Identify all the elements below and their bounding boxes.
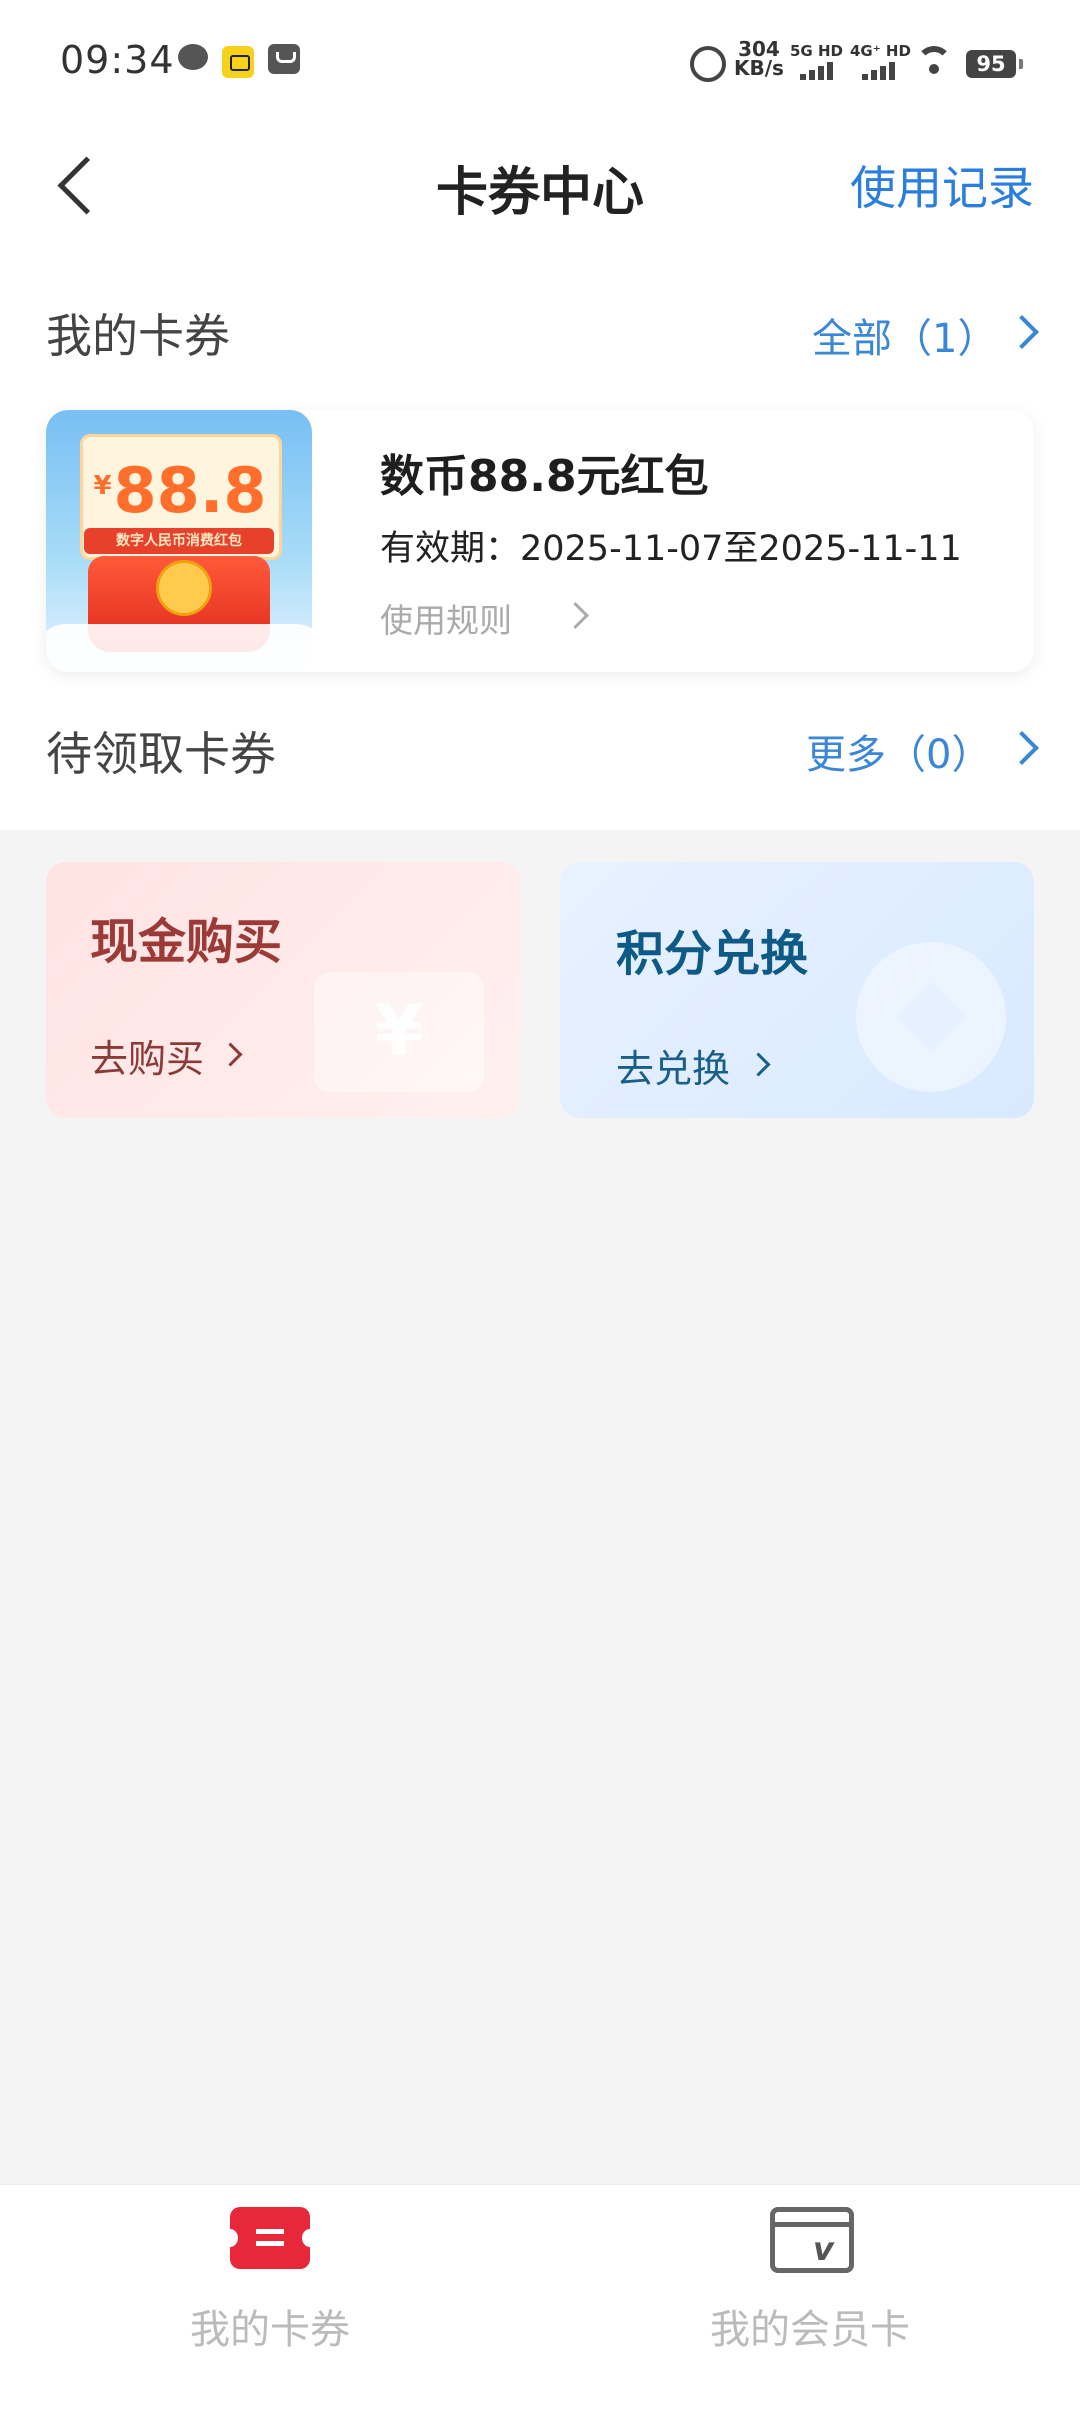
alarm-icon [690,46,726,82]
all-coupons-link[interactable]: 全部（1） [812,306,997,364]
cash-purchase-card[interactable]: ¥ 现金购买 去购买 [46,862,520,1118]
nav-label: 我的卡券 [190,2307,350,2353]
page-title: 卡券中心 [435,163,644,223]
coin-deco-icon [856,942,1006,1092]
status-bar: 09:34 304 KB/s 5G HD 4G⁺ HD 95 [0,0,1080,120]
pending-coupons-title: 待领取卡券 [46,727,276,781]
coin-graphic [156,560,212,616]
more-coupons-link[interactable]: 更多（0） [806,722,991,780]
chat-icon [178,44,208,70]
coupon-card[interactable]: ¥88.8 数字人民币消费红包 数币88.8元红包 有效期：2025-11-07… [46,410,1034,672]
usage-rules-link[interactable]: 使用规则 [380,594,512,642]
coupon-icon [222,2207,318,2269]
status-time: 09:34 [60,38,175,82]
network-speed: 304 KB/s [734,37,784,80]
back-button[interactable] [48,145,108,225]
coupon-image-amount: ¥88.8 [93,454,267,527]
my-coupons-title: 我的卡券 [46,309,230,363]
coupon-name: 数币88.8元红包 [380,451,709,502]
nav-label: 我的会员卡 [710,2307,910,2353]
go-exchange-link[interactable]: 去兑换 [616,1038,730,1093]
points-exchange-card[interactable]: 积分兑换 去兑换 [560,862,1034,1118]
nav-my-coupons[interactable]: 我的卡券 [0,2185,540,2409]
yuan-deco-icon: ¥ [314,972,484,1092]
signal-icon [800,62,840,80]
go-buy-link[interactable]: 去购买 [90,1028,204,1083]
cloud-graphic [46,624,312,672]
sim2-label: 4G⁺ HD [850,42,911,60]
member-card-icon: v [770,2207,854,2273]
sim1-label: 5G HD [790,42,843,60]
coupon-validity: 有效期：2025-11-07至2025-11-11 [380,529,962,569]
cash-purchase-title: 现金购买 [90,914,283,970]
bottom-nav: 我的卡券 v 我的会员卡 [0,2184,1080,2409]
points-exchange-title: 积分兑换 [616,926,809,982]
chevron-right-icon[interactable] [746,1052,771,1077]
usage-record-link[interactable]: 使用记录 [850,152,1034,218]
app-icon [222,46,254,78]
chevron-right-icon[interactable] [218,1042,243,1067]
coupon-image-ribbon: 数字人民币消费红包 [84,528,274,554]
nav-member-card[interactable]: v 我的会员卡 [540,2185,1080,2409]
battery-icon: 95 [966,50,1023,78]
coupon-image: ¥88.8 数字人民币消费红包 [46,410,312,672]
wifi-icon [916,46,952,76]
chevron-right-icon[interactable] [562,602,589,629]
mail-icon [268,44,300,74]
signal-icon [862,62,902,80]
